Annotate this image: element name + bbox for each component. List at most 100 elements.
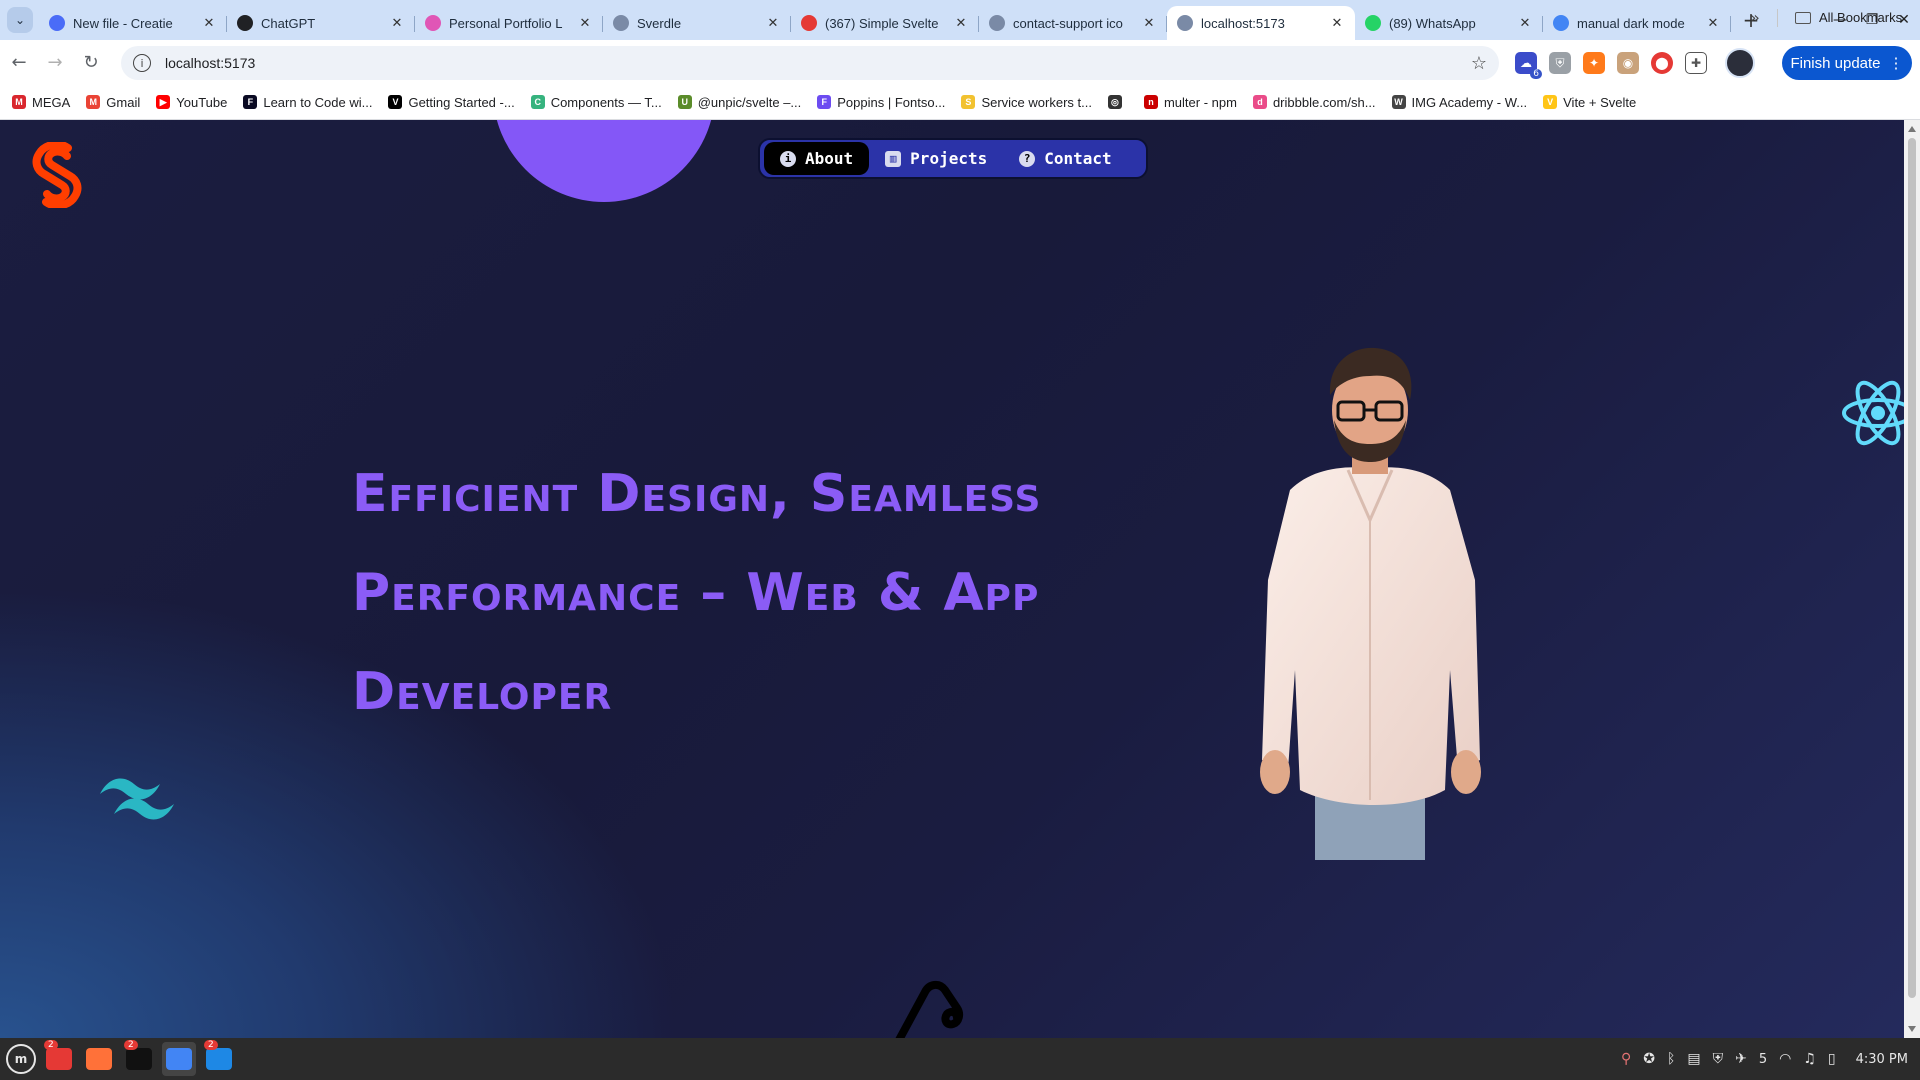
bookmark-item[interactable]: n multer - npm xyxy=(1143,95,1237,110)
tab-close-icon[interactable]: ✕ xyxy=(389,16,405,31)
back-button[interactable]: ← xyxy=(2,46,36,80)
main-nav: i About ▥ Projects? Contact xyxy=(758,138,1148,179)
taskbar-app-files[interactable]: 2 xyxy=(42,1040,76,1076)
more-vertical-icon: ⋮ xyxy=(1888,55,1904,72)
browser-tab[interactable]: New file - Creatie ✕ xyxy=(39,6,227,40)
site-info-icon[interactable]: i xyxy=(133,54,151,72)
clipboard-icon[interactable]: ▤ xyxy=(1687,1051,1700,1067)
bookmarks-divider xyxy=(1777,9,1778,27)
bluetooth-icon[interactable]: ᛒ xyxy=(1667,1051,1675,1067)
browser-tab[interactable]: Sverdle ✕ xyxy=(603,6,791,40)
tab-favicon-icon xyxy=(425,15,441,31)
music-icon[interactable]: ♫ xyxy=(1803,1051,1816,1067)
bookmark-item[interactable]: V Getting Started -... xyxy=(388,95,515,110)
tab-favicon-icon xyxy=(989,15,1005,31)
tab-close-icon[interactable]: ✕ xyxy=(765,16,781,31)
bookmark-item[interactable]: S Service workers t... xyxy=(961,95,1092,110)
browser-tab[interactable]: localhost:5173 ✕ xyxy=(1167,6,1355,40)
taskbar-app-chrome[interactable] xyxy=(162,1042,196,1076)
svelte-logo-icon[interactable] xyxy=(28,142,86,208)
tab-close-icon[interactable]: ✕ xyxy=(1517,16,1533,31)
location-icon[interactable]: ⚲ xyxy=(1621,1051,1631,1067)
bookmark-item[interactable]: M MEGA xyxy=(12,95,70,110)
address-bar[interactable]: i localhost:5173 ☆ xyxy=(121,46,1499,80)
page-scrollbar[interactable] xyxy=(1904,120,1920,1038)
bookmark-favicon-icon: ▶ xyxy=(156,95,171,109)
extension-red-icon[interactable]: ⬤ xyxy=(1651,52,1673,74)
bookmark-label: Gmail xyxy=(106,94,141,110)
browser-tab[interactable]: manual dark mode ✕ xyxy=(1543,6,1731,40)
tab-title: manual dark mode xyxy=(1577,15,1685,31)
scroll-down-icon[interactable] xyxy=(1908,1026,1916,1032)
taskbar-app-vscode[interactable]: 2 xyxy=(202,1040,236,1076)
bookmark-item[interactable]: F Poppins | Fontso... xyxy=(817,95,945,110)
profile-avatar[interactable] xyxy=(1725,48,1755,78)
bookmark-item[interactable]: W IMG Academy - W... xyxy=(1391,94,1528,110)
tab-list: New file - Creatie ✕ ChatGPT ✕ Personal Port… xyxy=(39,0,1731,40)
bookmark-label: IMG Academy - W... xyxy=(1411,94,1528,110)
browser-tab[interactable]: (367) Simple Svelte ✕ xyxy=(791,6,979,40)
bookmark-item[interactable]: ◎ xyxy=(1107,95,1128,109)
extension-flame-icon[interactable]: ✦ xyxy=(1583,52,1605,74)
bookmark-label: Components — T... xyxy=(550,94,662,110)
arrow-right-icon: → xyxy=(47,52,63,73)
bookmark-label: Vite + Svelte xyxy=(1563,94,1637,110)
tab-close-icon[interactable]: ✕ xyxy=(1329,16,1345,31)
tab-close-icon[interactable]: ✕ xyxy=(1141,16,1157,31)
tab-title: (89) WhatsApp xyxy=(1389,15,1476,31)
browser-toolbar: ← → ↻ i localhost:5173 ☆ ☁ 6 ⛨ ✦ ◉ ⬤ ✚ Fi… xyxy=(0,40,1920,85)
tab-close-icon[interactable]: ✕ xyxy=(577,16,593,31)
start-menu-icon[interactable]: m xyxy=(6,1044,36,1074)
bookmark-label: @unpic/svelte –... xyxy=(697,94,802,110)
accessibility-icon[interactable]: ✪ xyxy=(1643,1051,1655,1067)
notification-icon[interactable]: ✈ xyxy=(1735,1051,1747,1067)
forward-button[interactable]: → xyxy=(38,46,72,80)
wifi-icon[interactable]: ◠ xyxy=(1779,1051,1791,1067)
browser-tab[interactable]: ChatGPT ✕ xyxy=(227,6,415,40)
tab-close-icon[interactable]: ✕ xyxy=(1705,16,1721,31)
bookmark-star-icon[interactable]: ☆ xyxy=(1471,53,1487,74)
browser-tab[interactable]: (89) WhatsApp ✕ xyxy=(1355,6,1543,40)
bookmark-item[interactable]: F Learn to Code wi... xyxy=(243,95,372,110)
bookmark-favicon-icon: W xyxy=(1391,95,1406,109)
bookmark-item[interactable]: ▶ YouTube xyxy=(156,95,227,110)
reload-button[interactable]: ↻ xyxy=(74,46,108,80)
extensions-row: ☁ 6 ⛨ ✦ ◉ ⬤ ✚ xyxy=(1515,46,1755,80)
tab-strip: ⌄ New file - Creatie ✕ ChatGPT ✕ Personal Po… xyxy=(0,0,1920,40)
app-badge: 2 xyxy=(204,1040,218,1050)
bookmark-favicon-icon: C xyxy=(530,95,545,109)
taskbar-app-firefox[interactable] xyxy=(82,1042,116,1076)
tab-close-icon[interactable]: ✕ xyxy=(953,16,969,31)
extension-cloud-icon[interactable]: ☁ 6 xyxy=(1515,52,1542,79)
battery-icon[interactable]: ▯ xyxy=(1828,1051,1836,1067)
tab-search-button[interactable]: ⌄ xyxy=(7,7,33,33)
bookmark-item[interactable]: C Components — T... xyxy=(530,94,662,110)
all-bookmarks-label: All Bookmarks xyxy=(1819,10,1903,25)
shield-icon[interactable]: ⛨ xyxy=(1713,1051,1724,1067)
finish-update-button[interactable]: Finish update ⋮ xyxy=(1782,46,1912,80)
taskbar-app-terminal[interactable]: 2 xyxy=(122,1040,156,1076)
bookmark-item[interactable]: d dribbble.com/sh... xyxy=(1252,95,1376,110)
tab-close-icon[interactable]: ✕ xyxy=(201,16,217,31)
bookmarks-overflow-button[interactable]: » xyxy=(1750,0,1760,35)
browser-tab[interactable]: contact-support ico ✕ xyxy=(979,6,1167,40)
bookmark-item[interactable]: V Vite + Svelte xyxy=(1543,95,1636,110)
bookmark-item[interactable]: U @unpic/svelte –... xyxy=(677,94,802,110)
question-icon: ? xyxy=(1019,150,1036,167)
clock[interactable]: 4:30 PM xyxy=(1856,1052,1908,1067)
browser-tab[interactable]: Personal Portfolio L ✕ xyxy=(415,6,603,40)
nav-about[interactable]: i About xyxy=(764,142,870,175)
bookmark-item[interactable]: M Gmail xyxy=(86,95,140,110)
extension-shield-icon[interactable]: ⛨ xyxy=(1549,52,1571,74)
nav-contact[interactable]: ? Contact xyxy=(1003,142,1127,175)
nav-projects[interactable]: ▥ Projects xyxy=(869,142,1003,175)
scroll-up-icon[interactable] xyxy=(1908,126,1916,132)
scroll-thumb[interactable] xyxy=(1908,138,1916,998)
extensions-puzzle-icon[interactable]: ✚ xyxy=(1685,52,1707,74)
bookmark-favicon-icon: F xyxy=(817,95,832,109)
bookmark-favicon-icon: F xyxy=(243,95,258,109)
tab-favicon-icon xyxy=(49,15,65,31)
url-text[interactable]: localhost:5173 xyxy=(165,55,1471,71)
all-bookmarks-button[interactable]: All Bookmarks xyxy=(1795,0,1902,35)
extension-eyes-icon[interactable]: ◉ xyxy=(1617,52,1639,74)
